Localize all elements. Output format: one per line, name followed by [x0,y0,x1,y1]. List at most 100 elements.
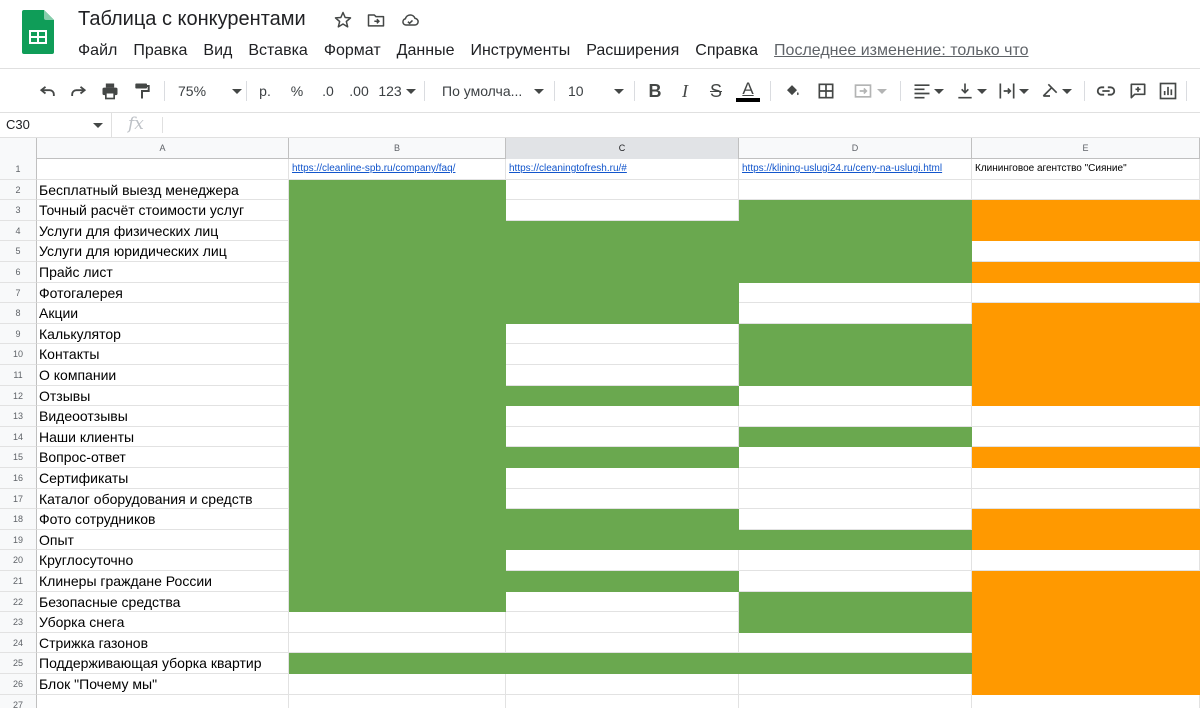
row-header[interactable]: 26 [0,674,37,695]
feature-label-cell[interactable]: Акции [37,303,289,324]
grid-cell-e[interactable] [972,385,1200,407]
insert-link-icon[interactable] [1094,79,1118,103]
row-header[interactable]: 21 [0,571,37,592]
grid-cell-e[interactable] [972,200,1200,221]
grid-cell-e[interactable] [972,241,1200,262]
grid-cell-d[interactable] [739,220,972,242]
bold-button[interactable]: B [644,79,666,103]
row-header[interactable]: 17 [0,488,37,510]
grid-cell-c[interactable] [506,653,739,674]
grid-cell-c[interactable] [506,344,739,365]
grid-cell-e[interactable] [972,406,1200,427]
undo-icon[interactable] [36,79,60,103]
paint-format-icon[interactable] [130,79,154,103]
grid-cell-c[interactable] [506,426,739,448]
grid-cell-d[interactable] [739,468,972,489]
grid-cell-c[interactable] [506,591,739,613]
grid-cell-d[interactable] [739,632,972,654]
grid-cell-d[interactable] [739,200,972,221]
grid-cell-c[interactable] [506,529,739,551]
competitor-link-cell[interactable]: https://cleanline-spb.ru/company/faq/ [289,159,506,180]
grid-cell-c[interactable] [506,282,739,304]
grid-cell-c[interactable] [506,200,739,221]
row-header[interactable]: 15 [0,447,37,468]
insert-chart-icon[interactable] [1156,79,1180,103]
row-header[interactable]: 5 [0,241,37,262]
grid-cell-e[interactable] [972,303,1200,324]
feature-label-cell[interactable]: Услуги для юридических лиц [37,241,289,262]
feature-label-cell[interactable]: Уборка снега [37,612,289,633]
grid-cell-b[interactable] [289,488,506,510]
menu-format[interactable]: Формат [316,42,389,60]
grid-cell-d[interactable] [739,509,972,530]
grid-cell-b[interactable] [289,447,506,468]
grid-cell-c[interactable] [506,550,739,571]
feature-label-cell[interactable]: Безопасные средства [37,591,289,613]
row-header[interactable]: 7 [0,282,37,304]
row-header[interactable]: 20 [0,550,37,571]
column-header-d[interactable]: D [739,138,972,159]
move-to-folder-icon[interactable] [366,10,386,30]
name-box[interactable]: C30 [0,113,112,137]
grid-cell-d[interactable] [739,303,972,324]
grid-cell-e[interactable] [972,179,1200,201]
feature-label-cell[interactable]: Видеоотзывы [37,406,289,427]
text-color-button[interactable]: A [734,79,762,103]
grid-cell-e[interactable] [972,674,1200,695]
grid-cell-e[interactable] [972,282,1200,304]
column-header-e[interactable]: E [972,138,1200,159]
row-header[interactable]: 24 [0,632,37,654]
menu-view[interactable]: Вид [195,42,240,60]
grid-cell-c[interactable] [506,694,739,708]
row-header[interactable]: 1 [0,159,37,180]
grid-cell-e[interactable] [972,488,1200,510]
formula-input[interactable] [170,113,1190,137]
grid-cell-d[interactable] [739,426,972,448]
grid-cell-e[interactable] [972,571,1200,592]
grid-cell[interactable] [37,159,289,180]
grid-cell-d[interactable] [739,262,972,283]
grid-cell-b[interactable] [289,220,506,242]
grid-cell-c[interactable] [506,303,739,324]
grid-cell-b[interactable] [289,426,506,448]
row-header[interactable]: 23 [0,612,37,633]
row-header[interactable]: 25 [0,653,37,674]
row-header[interactable]: 27 [0,694,37,708]
grid-cell-b[interactable] [289,694,506,708]
grid-cell-c[interactable] [506,447,739,468]
last-edit-link[interactable]: Последнее изменение: только что [774,42,1028,60]
grid-cell-e[interactable] [972,632,1200,654]
grid-cell-b[interactable] [289,323,506,345]
feature-label-cell[interactable]: Отзывы [37,385,289,407]
grid-cell-b[interactable] [289,262,506,283]
feature-label-cell[interactable]: Точный расчёт стоимости услуг [37,200,289,221]
feature-label-cell[interactable]: Прайс лист [37,262,289,283]
row-header[interactable]: 2 [0,179,37,201]
grid-cell-d[interactable] [739,241,972,262]
grid-cell-e[interactable] [972,344,1200,365]
sheets-logo-icon[interactable] [22,10,54,54]
column-header-b[interactable]: B [289,138,506,159]
row-header[interactable]: 14 [0,426,37,448]
grid-cell-e[interactable] [972,529,1200,551]
grid-cell-e[interactable] [972,612,1200,633]
grid-cell-e[interactable] [972,323,1200,345]
grid-cell-c[interactable] [506,674,739,695]
grid-cell-d[interactable] [739,447,972,468]
grid-cell-c[interactable] [506,385,739,407]
feature-label-cell[interactable]: Бесплатный выезд менеджера [37,179,289,201]
grid-cell-e[interactable] [972,653,1200,674]
grid-cell-e[interactable] [972,694,1200,708]
grid-cell-e[interactable] [972,447,1200,468]
grid-cell-b[interactable] [289,509,506,530]
feature-label-cell[interactable]: Блок "Почему мы" [37,674,289,695]
grid-cell-d[interactable] [739,591,972,613]
grid-cell-b[interactable] [289,529,506,551]
grid-cell-b[interactable] [289,674,506,695]
row-header[interactable]: 18 [0,509,37,530]
competitor-link-cell[interactable]: https://klining-uslugi24.ru/ceny-na-uslu… [739,159,972,180]
row-header[interactable]: 19 [0,529,37,551]
grid-cell-e[interactable] [972,550,1200,571]
grid-cell-b[interactable] [289,385,506,407]
feature-label-cell[interactable]: Поддерживающая уборка квартир [37,653,289,674]
